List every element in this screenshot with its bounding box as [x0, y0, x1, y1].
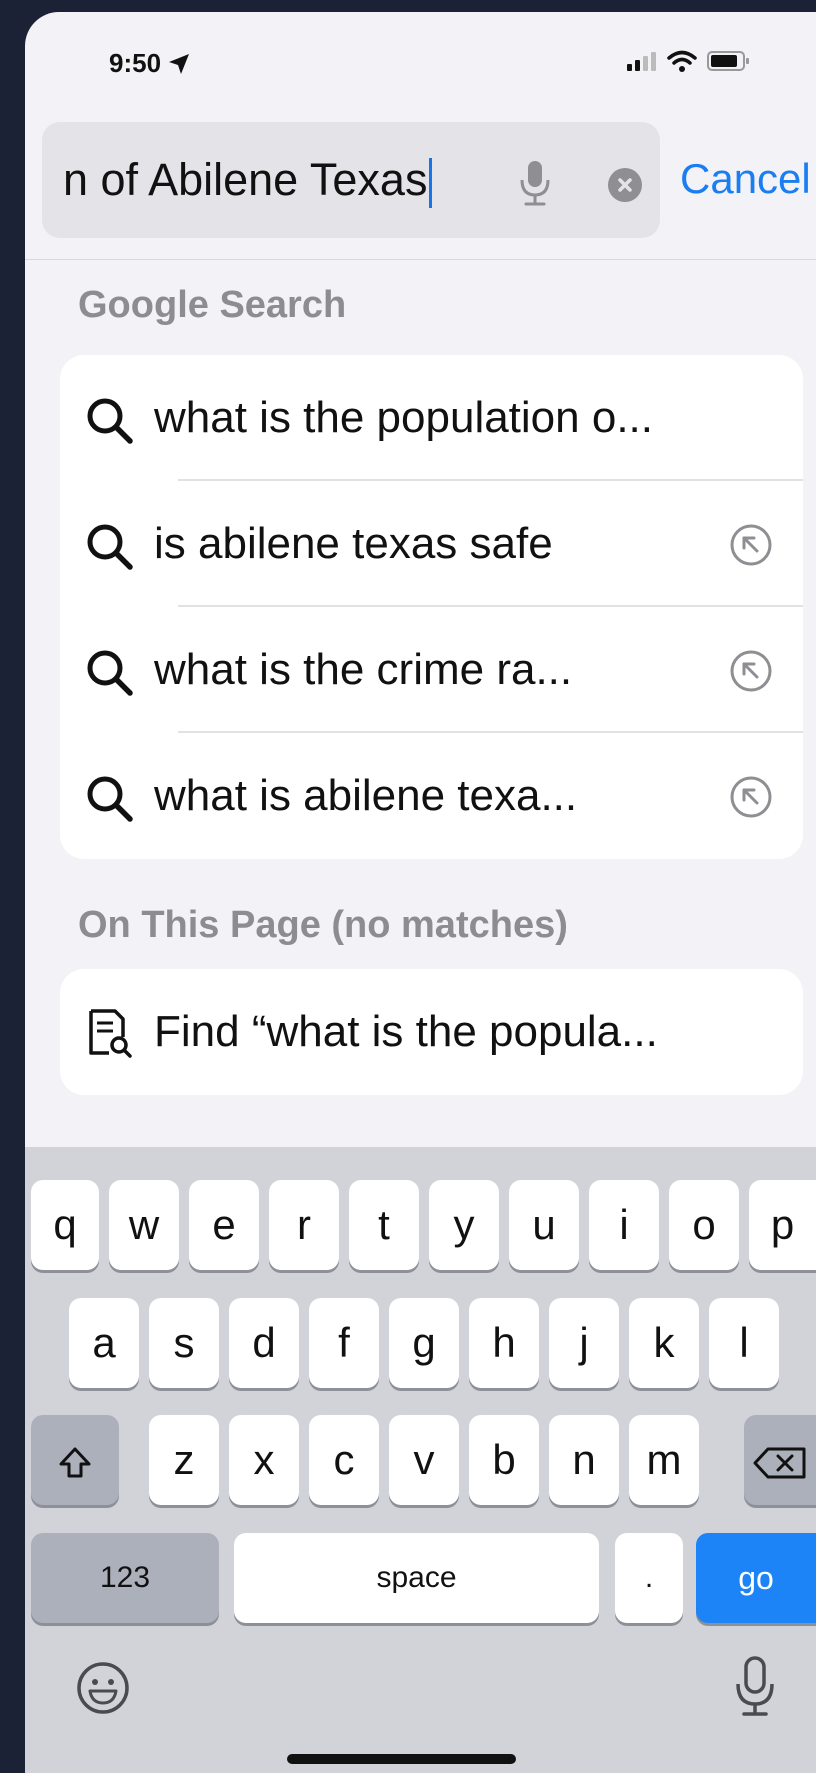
shift-key[interactable]: [31, 1415, 119, 1505]
key-i[interactable]: i: [589, 1180, 659, 1270]
suggestion-text: what is the crime ra...: [154, 645, 573, 694]
key-k[interactable]: k: [629, 1298, 699, 1388]
search-icon: [87, 650, 133, 696]
search-icon: [87, 524, 133, 570]
key-v[interactable]: v: [389, 1415, 459, 1505]
key-t[interactable]: t: [349, 1180, 419, 1270]
home-indicator[interactable]: [287, 1754, 516, 1764]
search-icon: [87, 398, 133, 444]
location-arrow-icon: [169, 53, 190, 74]
status-icons: [627, 50, 751, 72]
key-c[interactable]: c: [309, 1415, 379, 1505]
key-u[interactable]: u: [509, 1180, 579, 1270]
suggestion-row[interactable]: what is the crime ra...: [60, 607, 803, 733]
key-e[interactable]: e: [189, 1180, 259, 1270]
find-on-page-card: Find “what is the popula...: [60, 969, 803, 1095]
key-q[interactable]: q: [31, 1180, 99, 1270]
search-query-value: n of Abilene Texas: [63, 154, 428, 205]
search-icon: [87, 776, 133, 822]
key-l[interactable]: l: [709, 1298, 779, 1388]
keyboard-dictation-mic-icon[interactable]: [733, 1654, 777, 1720]
clear-text-button[interactable]: [608, 168, 642, 202]
backspace-icon: [753, 1447, 806, 1479]
key-b[interactable]: b: [469, 1415, 539, 1505]
period-key[interactable]: .: [615, 1533, 683, 1623]
space-key[interactable]: space: [234, 1533, 599, 1623]
numbers-key[interactable]: 123: [31, 1533, 219, 1623]
key-y[interactable]: y: [429, 1180, 499, 1270]
key-g[interactable]: g: [389, 1298, 459, 1388]
key-o[interactable]: o: [669, 1180, 739, 1270]
key-x[interactable]: x: [229, 1415, 299, 1505]
key-s[interactable]: s: [149, 1298, 219, 1388]
status-time-text: 9:50: [109, 48, 162, 78]
shift-arrow-icon: [59, 1447, 91, 1478]
find-in-page-icon: [89, 1009, 132, 1058]
fill-in-arrow-icon[interactable]: [729, 775, 773, 819]
key-m[interactable]: m: [629, 1415, 699, 1505]
key-j[interactable]: j: [549, 1298, 619, 1388]
text-caret: [429, 158, 433, 209]
battery-icon: [707, 51, 749, 71]
search-bar: n of Abilene Texas Cancel: [25, 104, 816, 260]
delete-key[interactable]: [744, 1415, 816, 1505]
emoji-icon[interactable]: [75, 1660, 131, 1716]
cancel-button[interactable]: Cancel: [680, 104, 811, 254]
find-on-page-row[interactable]: Find “what is the popula...: [60, 969, 803, 1095]
key-a[interactable]: a: [69, 1298, 139, 1388]
clear-x-icon: [618, 178, 632, 192]
suggestion-row[interactable]: what is the population o...: [60, 355, 803, 481]
suggestion-text: what is abilene texa...: [154, 771, 578, 820]
key-n[interactable]: n: [549, 1415, 619, 1505]
key-f[interactable]: f: [309, 1298, 379, 1388]
suggestion-text: is abilene texas safe: [154, 519, 553, 568]
on-this-page-header: On This Page (no matches): [78, 904, 568, 946]
key-w[interactable]: w: [109, 1180, 179, 1270]
key-z[interactable]: z: [149, 1415, 219, 1505]
suggestion-row[interactable]: what is abilene texa...: [60, 733, 803, 859]
fill-in-arrow-icon[interactable]: [729, 523, 773, 567]
suggestion-text: what is the population o...: [154, 393, 653, 442]
key-p[interactable]: p: [749, 1180, 816, 1270]
status-time: 9:50: [109, 48, 191, 79]
search-query-text[interactable]: n of Abilene Texas: [63, 122, 433, 238]
fill-in-arrow-icon[interactable]: [729, 649, 773, 693]
google-search-header: Google Search: [78, 284, 347, 326]
keyboard: q w e r t y u i o p a s d f g h j k l z …: [25, 1147, 816, 1773]
key-r[interactable]: r: [269, 1180, 339, 1270]
wifi-icon: [667, 50, 697, 72]
cellular-signal-icon: [627, 52, 656, 71]
phone-screen: 9:50 n of Abilene Texas Cancel Google Se…: [25, 12, 816, 1773]
suggestions-card: what is the population o... is abilene t…: [60, 355, 803, 859]
suggestion-row[interactable]: is abilene texas safe: [60, 481, 803, 607]
find-on-page-text: Find “what is the popula...: [154, 1007, 658, 1056]
search-input[interactable]: n of Abilene Texas: [42, 122, 660, 238]
key-d[interactable]: d: [229, 1298, 299, 1388]
key-h[interactable]: h: [469, 1298, 539, 1388]
dictation-mic-icon[interactable]: [517, 158, 553, 208]
go-key[interactable]: go: [696, 1533, 816, 1623]
